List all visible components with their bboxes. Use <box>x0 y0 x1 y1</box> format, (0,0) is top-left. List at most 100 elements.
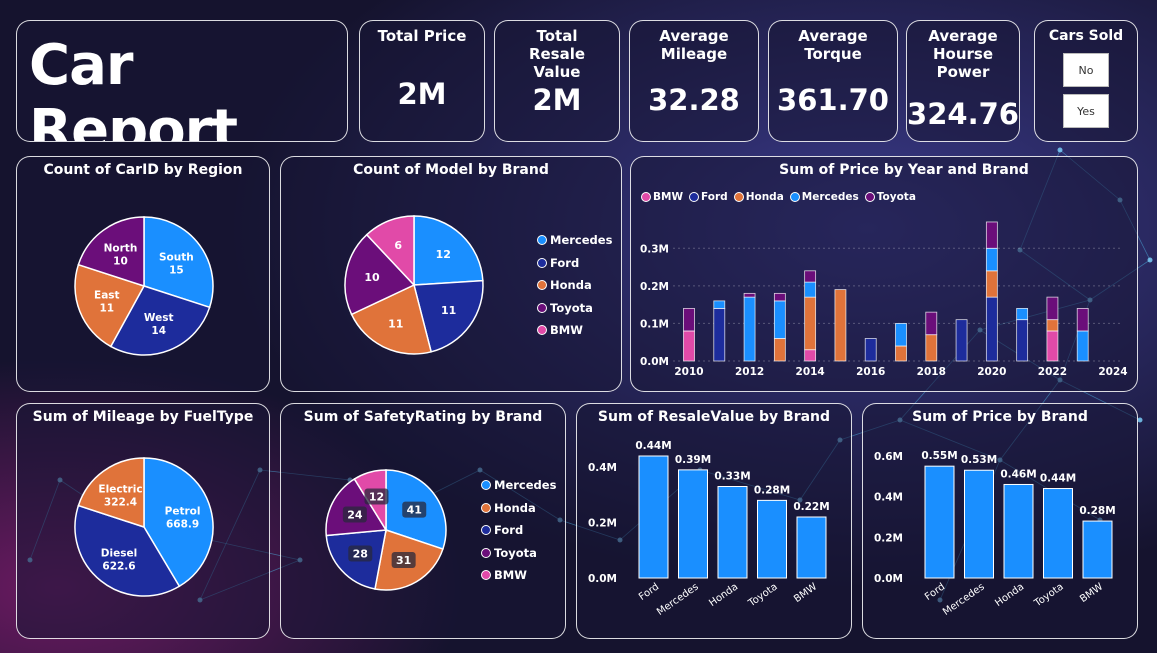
x-category-label: Toyota <box>746 581 780 609</box>
fuel-pie-chart: Petrol668.9 Diesel622.6 Electric322.4 <box>74 457 214 597</box>
bar-value-label: 0.22M <box>793 501 829 513</box>
legend-item-honda[interactable]: Honda <box>537 274 612 297</box>
legend-item-toyota[interactable]: Toyota <box>537 297 612 320</box>
bar-toyota <box>1043 488 1073 579</box>
bar-toyota <box>757 499 787 579</box>
legend-item-ford[interactable]: Ford <box>481 519 556 542</box>
bar-segment-mercedes-2012 <box>743 296 756 362</box>
pie-value-label: 15 <box>169 264 184 276</box>
bar-segment-ford-2011 <box>713 307 726 362</box>
bar-value-label: 0.33M <box>714 471 750 483</box>
y-tick-label: 0.4M <box>874 492 903 504</box>
y-tick-label: 0.2M <box>874 532 903 544</box>
bar-segment-toyota-2012 <box>743 292 756 298</box>
y-tick-label: 0.4M <box>588 462 617 474</box>
legend-marker <box>537 325 547 336</box>
slicer-option-no[interactable]: No <box>1063 53 1109 87</box>
bar-mercedes <box>964 469 994 579</box>
legend-label: BMW <box>550 323 583 338</box>
bar-segment-honda-2013 <box>773 338 786 362</box>
legend-item-honda[interactable]: Honda <box>481 497 556 520</box>
bar-segment-honda-2014 <box>804 296 817 351</box>
bar-value-label: 0.39M <box>675 454 711 466</box>
legend-item-toyota[interactable]: Toyota <box>481 542 556 565</box>
x-category-label: BMW <box>1078 581 1105 605</box>
pie-category-label: Petrol <box>165 505 201 517</box>
resale-chart-card: Sum of ResaleValue by Brand 0.0M 0.2M 0.4M… <box>576 403 852 639</box>
pie-value-label: 41 <box>407 504 422 517</box>
kpi-value: 32.28 <box>648 83 740 117</box>
legend-marker <box>481 525 491 536</box>
pie-category-label: Electric <box>98 484 142 496</box>
bar-segment-toyota-2018 <box>925 311 938 336</box>
bar-honda <box>1003 483 1034 579</box>
bar-segment-ford-2019 <box>955 319 968 362</box>
kpi-value: 2M <box>532 83 582 117</box>
legend-marker <box>537 257 547 268</box>
bar-segment-honda-2020 <box>985 270 998 298</box>
x-tick-label: 2014 <box>796 366 825 378</box>
legend-item-mercedes[interactable]: Mercedes <box>537 229 612 252</box>
slicer-option-yes[interactable]: Yes <box>1063 94 1109 128</box>
legend-item-bmw[interactable]: BMW <box>537 319 612 342</box>
pie-value-label: 322.4 <box>104 497 137 509</box>
bar-value-label: 0.44M <box>1040 473 1076 485</box>
pie-category-label: North <box>104 243 138 255</box>
cars-sold-slicer: Cars Sold No Yes <box>1034 20 1138 142</box>
y-tick-label: 0.3M <box>640 243 669 255</box>
legend-marker <box>537 235 547 246</box>
region-chart-card: Count of CarID by Region South 15 West 14 Ea… <box>16 156 270 392</box>
bar-segment-mercedes-2011 <box>713 300 726 309</box>
safety-legend: Mercedes Honda Ford Toyota BMW <box>481 474 556 587</box>
pie-value-label: 11 <box>99 303 114 315</box>
bar-segment-toyota-2022 <box>1046 296 1059 321</box>
pie-value-label: 10 <box>113 256 128 268</box>
legend-label: Toyota <box>494 545 537 560</box>
pie-value-label: 668.9 <box>166 518 199 530</box>
price-chart-card: Sum of Price by Brand 0.0M 0.2M 0.4M 0.6M 0.… <box>862 403 1138 639</box>
network-node <box>1147 257 1153 263</box>
kpi-value: 2M <box>397 77 447 111</box>
model-pie-chart: 12 11 11 10 6 <box>344 215 484 355</box>
resale-bar-chart: 0.0M 0.2M 0.4M 0.44M Ford 0.39M Mercedes 0.33M H… <box>588 440 830 618</box>
y-tick-label: 0.6M <box>874 451 903 463</box>
bar-segment-ford-2021 <box>1016 319 1029 362</box>
legend-item-bmw[interactable]: BMW <box>481 564 556 587</box>
kpi-value: 361.70 <box>777 83 889 117</box>
kpi-label: Total Resale Value <box>528 27 586 81</box>
x-category-label: Toyota <box>1032 581 1066 609</box>
bar-value-label: 0.46M <box>1000 468 1036 480</box>
x-tick-label: 2016 <box>856 366 885 378</box>
legend-label: Ford <box>494 523 524 538</box>
x-tick-label: 2022 <box>1038 366 1067 378</box>
report-title: Car Report <box>29 33 238 142</box>
bar-segment-toyota-2014 <box>804 270 817 283</box>
x-tick-label: 2010 <box>674 366 703 378</box>
legend-item-ford[interactable]: Ford <box>537 252 612 275</box>
bar-ford <box>638 455 669 579</box>
kpi-value: 324.76 <box>907 97 1019 131</box>
kpi-average-torque: Average Torque 361.70 <box>768 20 898 142</box>
bar-mercedes <box>678 469 708 579</box>
bar-segment-honda-2022 <box>1046 319 1059 332</box>
pie-value-label: 622.6 <box>102 560 135 572</box>
slicer-title: Cars Sold <box>1048 28 1124 44</box>
legend-marker <box>537 280 547 291</box>
bar-value-label: 0.28M <box>1079 505 1115 517</box>
bar-segment-mercedes-2021 <box>1016 307 1029 321</box>
x-category-label: Honda <box>993 581 1026 609</box>
y-tick-label: 0.0M <box>588 573 617 585</box>
kpi-label: Total Price <box>377 27 467 45</box>
bar-value-label: 0.53M <box>961 454 997 466</box>
legend-item-mercedes[interactable]: Mercedes <box>481 474 556 497</box>
network-node <box>1057 147 1063 153</box>
bar-segment-toyota-2023 <box>1076 307 1089 332</box>
x-category-label: Mercedes <box>941 581 987 618</box>
bar-segment-honda-2015 <box>834 289 847 362</box>
bar-value-label: 0.28M <box>754 484 790 496</box>
y-tick-label: 0.2M <box>640 281 669 293</box>
bar-segment-bmw-2010 <box>683 330 695 362</box>
price-bar-chart: 0.0M 0.2M 0.4M 0.6M 0.55M Ford 0.53M Mercedes 0.… <box>874 450 1116 618</box>
legend-marker <box>537 302 547 313</box>
bar-ford <box>924 465 955 579</box>
